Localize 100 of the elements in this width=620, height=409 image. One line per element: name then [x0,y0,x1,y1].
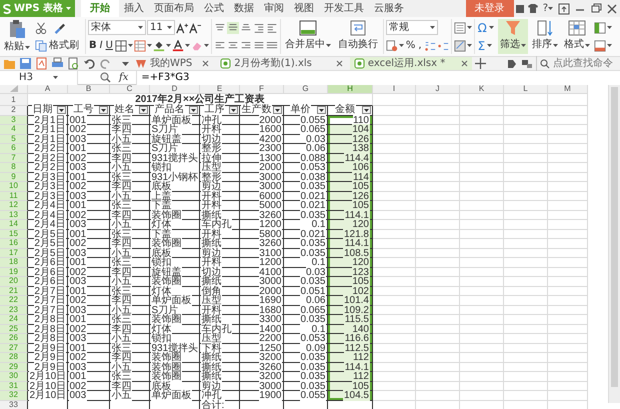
column-header[interactable]: M [548,85,588,94]
filter-dropdown-icon[interactable] [273,106,282,114]
underline-button[interactable]: U [104,40,114,50]
caret-icon [25,46,30,48]
print-icon[interactable] [51,57,64,70]
column-header[interactable]: E [200,85,240,94]
menu-tab[interactable]: 云服务 [369,0,409,17]
row-header[interactable]: 2 [0,106,28,116]
column-header[interactable]: F [240,85,284,94]
borders-icon[interactable] [114,40,127,52]
row-header[interactable]: 33 [0,401,28,409]
format-button[interactable]: 格式 [562,19,592,54]
close-icon[interactable] [336,60,343,67]
layout-icon[interactable] [521,58,533,70]
increase-decimal-icon[interactable] [424,40,436,52]
thousands-button[interactable]: , [417,40,423,50]
name-box[interactable]: H3 [0,70,78,84]
pdf-icon[interactable] [35,57,48,70]
font-size-select[interactable]: 11 [147,20,175,35]
align-middle-icon[interactable] [226,22,239,34]
format-painter-button[interactable]: 格式刷 [48,40,80,50]
caret-icon [167,26,172,29]
menu-tab[interactable]: 开始 [81,0,119,17]
table-cell: 单炉面板 [150,391,200,401]
document-tab[interactable]: 2月份考勤(1).xls [216,57,347,70]
undo-icon[interactable] [83,57,96,70]
caret-icon [128,44,133,47]
vertical-scrollbar[interactable] [608,85,620,403]
scissors-icon[interactable] [35,22,47,34]
rows-columns-icon[interactable] [594,22,606,34]
caret-icon [548,7,553,10]
italic-button[interactable]: I [98,40,104,50]
filter-dropdown-icon[interactable] [57,106,66,114]
filter-dropdown-icon[interactable] [362,106,371,114]
sum-button[interactable]: Σ [476,40,486,52]
filter-button[interactable]: 筛选 [498,19,528,54]
column-header[interactable]: I [373,85,416,94]
formula-input[interactable]: =+F3*G3 [136,70,620,84]
increase-indent-icon[interactable] [266,22,278,34]
currency-icon[interactable] [386,40,398,52]
merge-center-button[interactable]: 合并居中 [282,19,333,54]
column-heading: 单价 [290,104,311,116]
column-header[interactable]: D [150,85,200,94]
help-button[interactable]: ? [540,0,556,17]
copy-icon[interactable] [35,40,47,52]
caret-icon [466,26,472,29]
shrink-font-icon[interactable] [189,22,201,34]
table-cell: 105 [328,277,373,287]
symbol-button[interactable]: Ω [476,22,488,34]
sort-button[interactable]: 排序 [530,19,560,54]
menu-tab[interactable]: 页面布局 [149,0,199,17]
table-cell: 120 [328,220,373,230]
decrease-indent-icon[interactable] [252,22,265,34]
column-header[interactable]: A [28,85,68,94]
login-button[interactable]: 未登录 [466,0,514,17]
menu-tab[interactable]: 视图 [289,0,319,17]
brush-icon[interactable] [53,22,65,34]
document-tab[interactable]: excel运用.xlsx * [350,57,472,70]
wrap-text-button[interactable]: 自动换行 [336,19,380,54]
insert-function-label[interactable]: fx [119,72,128,82]
worksheet-icon[interactable] [594,40,606,52]
table-cell: 003 [68,391,110,401]
document-tab[interactable]: 我的WPS [132,57,214,70]
filter-dropdown-icon[interactable] [229,106,238,114]
conditional-format-icon[interactable] [454,22,466,34]
filter-dropdown-icon[interactable] [139,106,148,114]
menu-tab[interactable]: 插入 [119,0,149,17]
column-header[interactable]: H [328,85,373,94]
menu-tab[interactable]: 公式 [199,0,229,17]
column-header[interactable]: L [504,85,548,94]
fill-color-icon[interactable] [152,40,165,52]
save-icon[interactable] [19,57,32,70]
table-style-icon[interactable] [134,40,146,52]
print-preview-icon[interactable] [67,57,80,70]
close-icon[interactable] [202,60,210,67]
filter-dropdown-icon[interactable] [317,106,326,114]
grow-font-icon[interactable] [176,22,188,34]
caret-icon [146,44,152,47]
caret-icon [488,26,494,29]
paste-button[interactable]: 粘贴 [2,19,32,54]
font-color-icon[interactable] [172,40,184,52]
font-select[interactable]: 宋体 [88,20,146,35]
cell-style-icon[interactable] [454,40,466,52]
column-header[interactable]: B [68,85,110,94]
menu-tab[interactable]: 数据 [229,0,259,17]
column-header[interactable]: J [416,85,460,94]
filter-dropdown-icon[interactable] [99,106,108,114]
add-tab-icon[interactable] [475,58,486,69]
menu-tab[interactable]: 开发工具 [319,0,369,17]
row-header[interactable]: 1 [0,94,28,106]
menu-tab[interactable]: 审阅 [259,0,289,17]
column-header[interactable]: C [110,85,150,94]
percent-button[interactable]: % [404,40,416,50]
zoom-icon[interactable] [100,72,111,83]
filter-dropdown-icon[interactable] [189,106,198,114]
bold-button[interactable]: B [88,40,98,50]
column-header[interactable]: K [460,85,504,94]
number-format-select[interactable]: 常规 [386,20,438,35]
column-header[interactable]: G [284,85,328,94]
close-icon[interactable] [461,60,468,67]
